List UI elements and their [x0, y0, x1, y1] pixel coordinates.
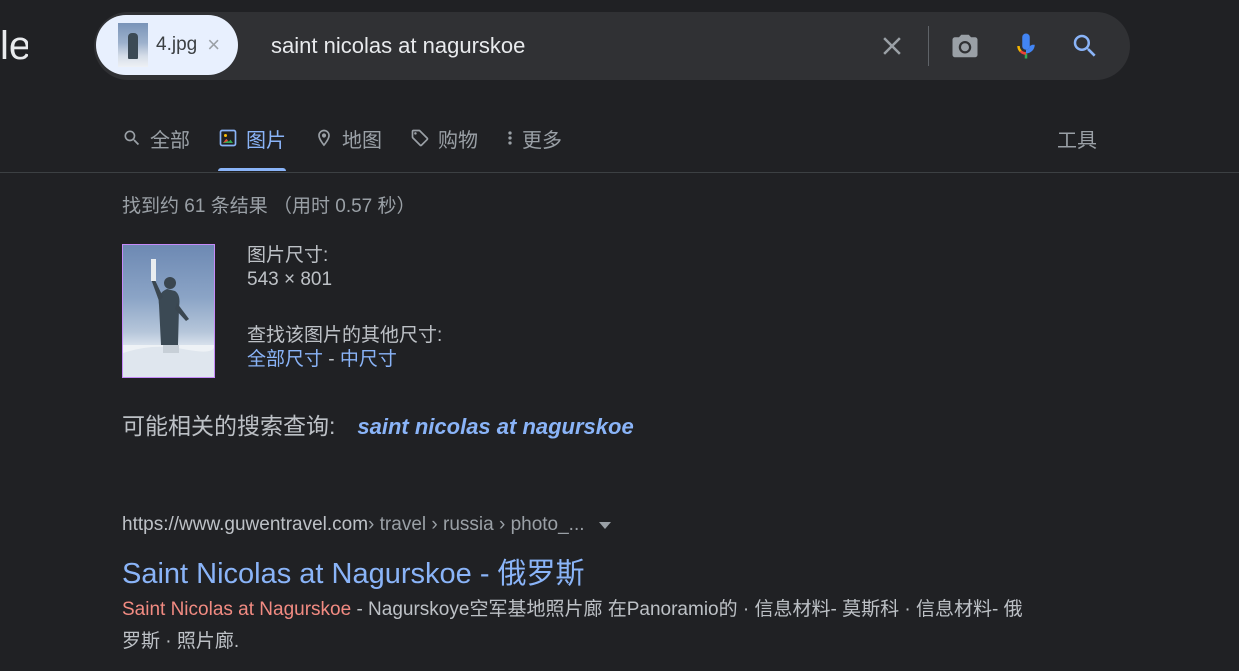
tag-icon	[411, 129, 429, 147]
related-search-query-link[interactable]: saint nicolas at nagurskoe	[357, 414, 633, 440]
image-size-label: 图片尺寸:	[247, 245, 329, 266]
result-snippet: Saint Nicolas at Nagurskoe - Nagurskoye空…	[122, 594, 1032, 658]
result-url[interactable]: https://www.guwentravel.com › travel › r…	[122, 514, 611, 536]
tab-label: 更多	[522, 129, 562, 152]
result-domain: https://www.guwentravel.com	[122, 514, 369, 535]
snippet-highlight: Saint Nicolas at Nagurskoe	[122, 599, 352, 620]
image-icon	[219, 129, 237, 147]
tab-label: 购物	[438, 129, 478, 152]
search-bar[interactable]: 4.jpg × saint nicolas at nagurskoe	[94, 12, 1130, 80]
tools-button[interactable]: 工具	[1057, 118, 1097, 158]
result-menu-caret-icon[interactable]	[598, 521, 611, 529]
search-icon	[124, 130, 140, 146]
image-size-value: 543 × 801	[247, 269, 333, 290]
image-chip[interactable]: 4.jpg ×	[96, 15, 238, 75]
tab-label: 全部	[150, 129, 190, 152]
related-search: 可能相关的搜索查询: saint nicolas at nagurskoe	[122, 407, 634, 441]
image-chip-name: 4.jpg	[156, 34, 198, 55]
map-pin-icon	[318, 129, 330, 147]
other-sizes-label: 查找该图片的其他尺寸:	[247, 325, 443, 346]
result-stats: 找到约 61 条结果 （用时 0.57 秒）	[122, 196, 416, 217]
camera-icon[interactable]	[950, 31, 980, 61]
tab-shopping[interactable]: 购物	[410, 118, 478, 158]
tab-more[interactable]: 更多	[506, 118, 562, 158]
all-sizes-link[interactable]: 全部尺寸	[247, 349, 323, 370]
logo-fragment[interactable]: le	[0, 22, 28, 70]
tab-images[interactable]: 图片	[218, 118, 286, 171]
image-info: 图片尺寸: 543 × 801 查找该图片的其他尺寸: 全部尺寸 - 中尺寸	[247, 244, 442, 372]
image-chip-thumbnail	[118, 23, 148, 67]
size-separator: -	[323, 349, 340, 370]
header-divider	[0, 172, 1239, 173]
search-tabs: 全部 图片 地图 购物 更多	[122, 118, 590, 174]
tab-label: 图片	[246, 129, 286, 152]
related-search-label: 可能相关的搜索查询:	[122, 413, 336, 439]
search-input[interactable]: saint nicolas at nagurskoe	[271, 12, 525, 80]
medium-size-link[interactable]: 中尺寸	[340, 349, 397, 370]
result-path: › travel › russia › photo_...	[368, 514, 585, 535]
search-divider	[928, 26, 929, 66]
tab-all[interactable]: 全部	[122, 118, 190, 158]
search-icon[interactable]	[1070, 31, 1100, 61]
image-chip-close-icon[interactable]: ×	[207, 32, 220, 58]
microphone-icon[interactable]	[1011, 31, 1041, 61]
result-title-link[interactable]: Saint Nicolas at Nagurskoe - 俄罗斯	[122, 550, 585, 592]
query-image-thumbnail[interactable]	[122, 244, 215, 378]
statue-image	[123, 259, 214, 377]
tab-label: 地图	[342, 129, 382, 152]
tab-maps[interactable]: 地图	[314, 118, 382, 158]
other-sizes-links: 全部尺寸 - 中尺寸	[247, 348, 442, 372]
clear-icon[interactable]	[877, 31, 907, 61]
more-vert-icon	[508, 131, 512, 145]
